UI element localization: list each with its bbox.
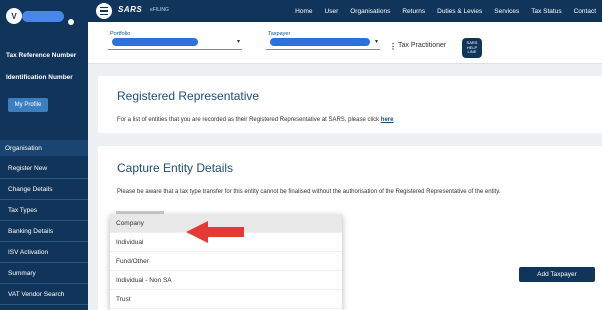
top-navigation: SARS eFILING Home User Organisations Ret… (88, 0, 602, 22)
sidebar-item-vat-vendor-search[interactable]: VAT Vendor Search (0, 284, 88, 305)
nav-services[interactable]: Services (488, 8, 525, 15)
sidebar-item-register-new[interactable]: Register New (0, 158, 88, 179)
sars-logo[interactable]: SARS (118, 5, 142, 14)
help-line-badge[interactable]: SARS HELP LINE (462, 38, 482, 58)
chevron-down-icon: ▾ (236, 39, 240, 45)
user-panel: V (0, 0, 88, 40)
sidebar-menu: Register New Change Details Tax Types Ba… (0, 158, 88, 305)
identification-label: Identification Number (6, 74, 73, 81)
tax-reference-label: Tax Reference Number (6, 52, 77, 59)
capture-entity-title: Capture Entity Details (117, 161, 234, 175)
option-individual-non-sa[interactable]: Individual - Non SA (110, 271, 342, 290)
main-nav: Home User Organisations Returns Duties &… (289, 0, 602, 22)
chevron-down-icon: ▾ (374, 39, 378, 45)
nav-contact[interactable]: Contact (568, 8, 602, 15)
my-profile-button[interactable]: My Profile (8, 98, 48, 112)
portfolio-value-redacted (112, 38, 198, 46)
more-options-icon[interactable]: ⋮ (389, 42, 397, 51)
nav-user[interactable]: User (319, 8, 345, 15)
user-role: Tax Practitioner (398, 42, 447, 49)
nav-duties-levies[interactable]: Duties & Levies (431, 8, 488, 15)
taxpayer-select[interactable]: Taxpayer ▾ (266, 31, 380, 50)
registered-representative-text: For a list of entities that you are reco… (117, 117, 394, 123)
sidebar-item-summary[interactable]: Summary (0, 263, 88, 284)
taxpayer-value-redacted (270, 38, 370, 46)
capture-entity-notice: Please be aware that a tax type transfer… (117, 189, 501, 195)
nav-returns[interactable]: Returns (396, 8, 431, 15)
red-arrow-icon (186, 221, 244, 243)
efiling-logo: eFILING (150, 7, 169, 13)
taxpayer-label: Taxpayer (268, 31, 291, 37)
sidebar: V Tax Reference Number Identification Nu… (0, 0, 88, 310)
avatar[interactable]: V (6, 8, 22, 24)
here-link[interactable]: here (381, 117, 394, 123)
hamburger-menu-icon[interactable] (96, 3, 112, 19)
portfolio-select[interactable]: Portfolio ▾ (108, 31, 242, 50)
nav-organisations[interactable]: Organisations (344, 8, 396, 15)
user-name-redacted (22, 11, 64, 22)
portfolio-bar: Portfolio ▾ Taxpayer ▾ ⋮ Tax Practitione… (88, 22, 602, 64)
sidebar-section-organisation[interactable]: Organisation (0, 140, 88, 156)
sidebar-item-change-details[interactable]: Change Details (0, 179, 88, 200)
registered-representative-card: Registered Representative For a list of … (98, 76, 602, 133)
nav-tax-status[interactable]: Tax Status (525, 8, 567, 15)
sidebar-item-banking-details[interactable]: Banking Details (0, 221, 88, 242)
option-trust[interactable]: Trust (110, 290, 342, 309)
registered-representative-title: Registered Representative (117, 89, 260, 103)
nav-home[interactable]: Home (289, 8, 318, 15)
status-dot-icon (68, 19, 74, 25)
sidebar-item-isv-activation[interactable]: ISV Activation (0, 242, 88, 263)
option-fund-other[interactable]: Fund/Other (110, 252, 342, 271)
portfolio-label: Portfolio (110, 31, 131, 37)
add-taxpayer-button[interactable]: Add Taxpayer (519, 267, 595, 282)
sidebar-item-tax-types[interactable]: Tax Types (0, 200, 88, 221)
